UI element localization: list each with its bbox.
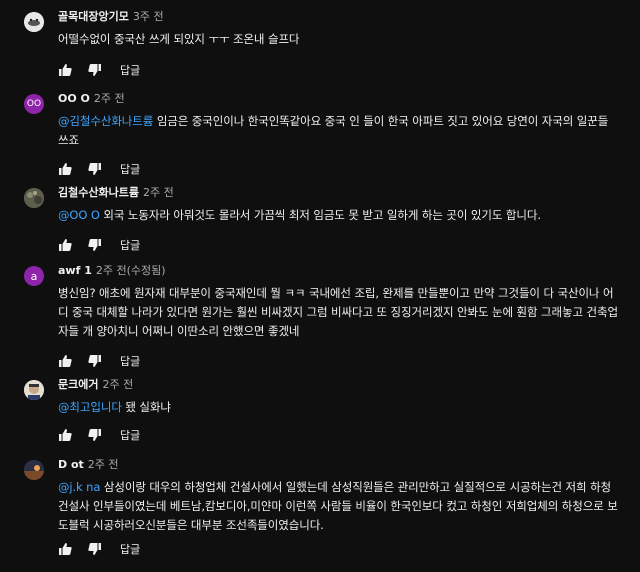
thumbs-up-icon[interactable] [58,63,72,77]
avatar[interactable]: a [24,266,44,286]
comment-author[interactable]: 문크에거 [58,378,98,391]
comment-text: 병신임? 애초에 원자재 대부분이 중국재인데 뭘 ㅋㅋ 국내에선 조립, 완제… [58,286,618,338]
avatar[interactable]: OO [24,94,44,114]
comment-text: @j.k na 삼성이랑 대우의 하청업체 건설사에서 일했는데 삼성직원들은 … [58,480,618,532]
comment-author[interactable]: 골목대장앙기모 [58,10,129,23]
comment-time[interactable]: 2주 전 [94,92,125,105]
thumbs-down-icon[interactable] [88,354,102,368]
thumbs-down-icon[interactable] [88,238,102,252]
reply-button[interactable]: 답글 [120,353,140,369]
comment-time[interactable]: 2주 전 [102,378,133,391]
comment-author[interactable]: 김철수산화나트륨 [58,186,139,199]
avatar[interactable] [24,380,44,400]
mention-link[interactable]: @j.k na [58,480,100,494]
avatar[interactable] [24,12,44,32]
comment-text: @김철수산화나트륨 임금은 중국인이나 한국인똑같아요 중국 인 들이 한국 아… [58,114,609,147]
comment-text: 어떨수없이 중국산 쓰게 되있지 ㅜㅜ 조온내 슬프다 [58,32,300,46]
thumbs-down-icon[interactable] [88,63,102,77]
comment-author[interactable]: awf 1 [58,264,92,277]
thumbs-up-icon[interactable] [58,238,72,252]
comment-author[interactable]: OO O [58,92,90,105]
thumbs-up-icon[interactable] [58,354,72,368]
mention-link[interactable]: @김철수산화나트륨 [58,114,153,128]
reply-button[interactable]: 답글 [120,237,140,253]
reply-button[interactable]: 답글 [120,161,140,177]
edited-label: (수정됨) [126,264,166,277]
comment-text: @OO O 외국 노동자라 아뭐것도 몰라서 가끔씩 최저 임금도 못 받고 일… [58,208,541,222]
reply-button[interactable]: 답글 [120,427,140,443]
thumbs-up-icon[interactable] [58,428,72,442]
comment-text: @최고입니다 됐 실화냐 [58,400,171,414]
comment-time[interactable]: 3주 전 [133,10,164,23]
thumbs-down-icon[interactable] [88,428,102,442]
reply-button[interactable]: 답글 [120,541,140,557]
thumbs-up-icon[interactable] [58,162,72,176]
avatar[interactable] [24,460,44,480]
avatar[interactable] [24,188,44,208]
comment-time[interactable]: 2주 전 [88,458,119,471]
reply-button[interactable]: 답글 [120,62,140,78]
thumbs-up-icon[interactable] [58,542,72,556]
comment-author[interactable]: D ot [58,458,84,471]
comment-time[interactable]: 2주 전 [143,186,174,199]
mention-link[interactable]: @OO O [58,208,100,222]
thumbs-down-icon[interactable] [88,542,102,556]
comment-time[interactable]: 2주 전 [96,264,127,277]
thumbs-down-icon[interactable] [88,162,102,176]
mention-link[interactable]: @최고입니다 [58,400,122,414]
